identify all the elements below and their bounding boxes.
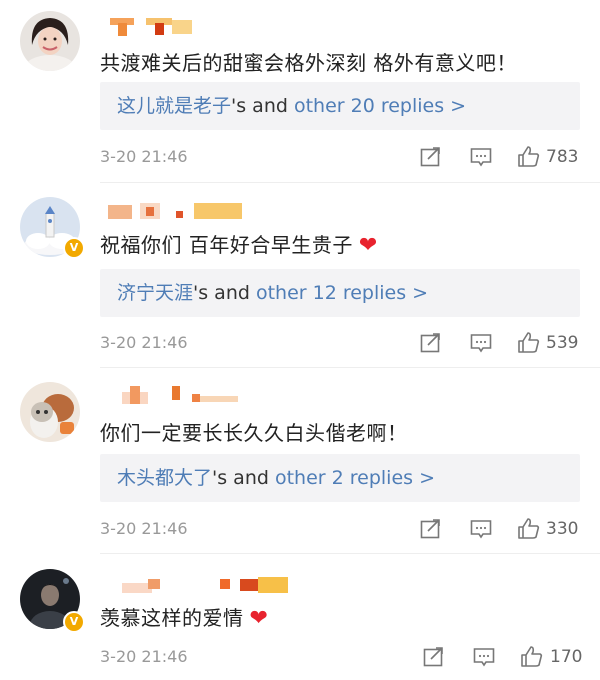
comment-icon[interactable] <box>470 519 492 539</box>
comment-date: 3-20 21:46 <box>100 147 188 166</box>
comment-item: 共渡难关后的甜蜜会格外深刻 格外有意义吧！ 这儿就是老子's and other… <box>0 0 600 185</box>
comment-item: 你们一定要长长久久白头偕老啊！ 木头都大了's and other 2 repl… <box>0 370 600 555</box>
comment-text: 羡慕这样的爱情 ❤ <box>100 606 269 631</box>
share-icon[interactable] <box>423 647 445 667</box>
comment-meta: 3-20 21:46 783 <box>100 145 580 169</box>
comment-icon[interactable] <box>470 147 492 167</box>
like-count: 330 <box>546 519 579 539</box>
reply-username[interactable]: 济宁天涯 <box>117 282 193 304</box>
comment-text: 祝福你们 百年好合早生贵子 ❤ <box>100 233 378 258</box>
share-icon[interactable] <box>420 147 442 167</box>
heart-emoji: ❤ <box>249 606 269 631</box>
username-masked[interactable] <box>100 203 250 223</box>
divider <box>100 553 600 554</box>
comment-text: 你们一定要长长久久白头偕老啊！ <box>100 421 408 445</box>
like-icon[interactable] <box>520 645 544 668</box>
share-icon[interactable] <box>420 519 442 539</box>
username-masked[interactable] <box>100 386 240 406</box>
divider <box>100 182 600 183</box>
replies-link[interactable]: 这儿就是老子's and other 20 replies > <box>100 82 580 130</box>
comment-meta: 3-20 21:46 330 <box>100 517 580 541</box>
comment-meta: 3-20 21:46 539 <box>100 331 580 355</box>
verified-badge: V <box>63 237 85 259</box>
comment-item: V 羡慕这样的爱情 ❤ 3-20 21:46 170 <box>0 555 600 680</box>
comment-icon[interactable] <box>473 647 495 667</box>
avatar[interactable] <box>20 11 80 71</box>
like-count: 783 <box>546 147 579 167</box>
like-count: 170 <box>550 647 583 667</box>
comment-date: 3-20 21:46 <box>100 519 188 538</box>
comment-text: 共渡难关后的甜蜜会格外深刻 格外有意义吧！ <box>100 51 517 75</box>
like-icon[interactable] <box>517 145 541 168</box>
comment-date: 3-20 21:46 <box>100 333 188 352</box>
like-icon[interactable] <box>517 331 541 354</box>
heart-emoji: ❤ <box>358 233 378 258</box>
comment-icon[interactable] <box>470 333 492 353</box>
like-count: 539 <box>546 333 579 353</box>
reply-username[interactable]: 木头都大了 <box>117 467 212 489</box>
comment-date: 3-20 21:46 <box>100 647 188 666</box>
reply-username[interactable]: 这儿就是老子 <box>117 95 231 117</box>
divider <box>100 367 600 368</box>
replies-link[interactable]: 济宁天涯's and other 12 replies > <box>100 269 580 317</box>
comment-meta: 3-20 21:46 170 <box>100 645 583 669</box>
comment-item: V 祝福你们 百年好合早生贵子 ❤ 济宁天涯's and other 12 rep… <box>0 185 600 370</box>
username-masked[interactable] <box>100 18 200 38</box>
username-masked[interactable] <box>100 575 300 595</box>
like-icon[interactable] <box>517 517 541 540</box>
avatar[interactable] <box>20 382 80 442</box>
share-icon[interactable] <box>420 333 442 353</box>
replies-link[interactable]: 木头都大了's and other 2 replies > <box>100 454 580 502</box>
verified-badge: V <box>63 611 85 633</box>
